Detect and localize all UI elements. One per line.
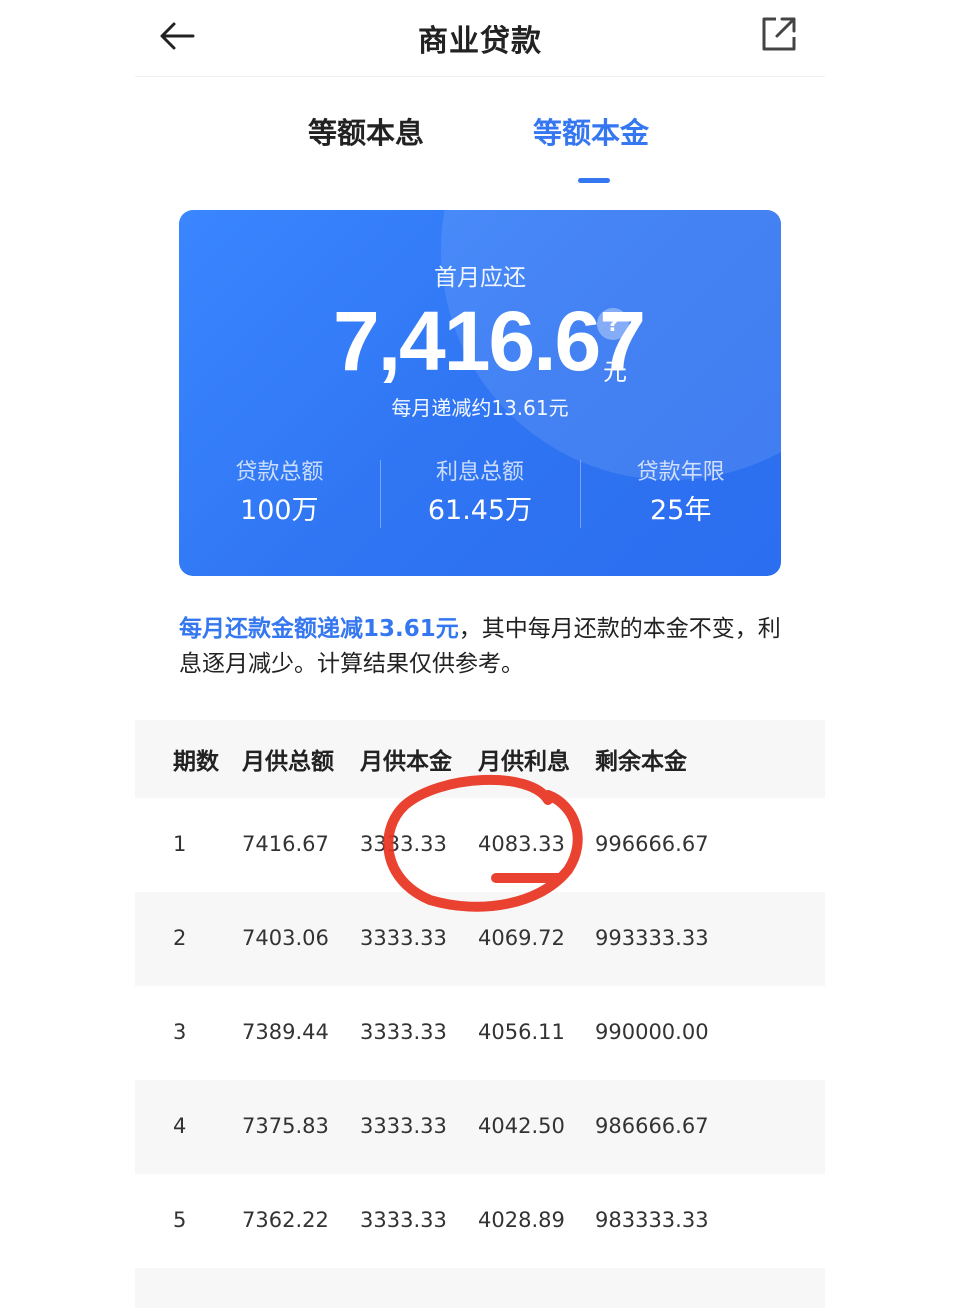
cell-monthly-principal: 3333.33: [360, 832, 447, 856]
stat-loan-term: 贷款年限 25年: [580, 456, 781, 536]
cell-monthly-total: 7389.44: [242, 1020, 329, 1044]
amount-unit: 元: [603, 358, 627, 386]
question-circle-icon[interactable]: ?: [597, 308, 629, 340]
cell-remaining-principal: 993333.33: [595, 926, 709, 950]
header-period: 期数: [173, 749, 219, 775]
tab-equal-installment[interactable]: 等额本息: [308, 110, 424, 152]
table-row: [135, 1268, 825, 1308]
cell-monthly-interest: 4056.11: [478, 1020, 565, 1044]
cell-monthly-interest: 4042.50: [478, 1114, 565, 1138]
cell-monthly-interest: 4069.72: [478, 926, 565, 950]
cell-monthly-interest: 4028.89: [478, 1208, 565, 1232]
cell-remaining-principal: 983333.33: [595, 1208, 709, 1232]
cell-monthly-principal: 3333.33: [360, 1020, 447, 1044]
calculation-note: 每月还款金额递减13.61元，其中每月还款的本金不变，利息逐月减少。计算结果仅供…: [179, 612, 785, 682]
stat-loan-total: 贷款总额 100万: [179, 456, 380, 536]
table-row: 4 7375.83 3333.33 4042.50 986666.67: [135, 1080, 825, 1174]
stat-interest-total: 利息总额 61.45万: [379, 456, 581, 536]
cell-monthly-interest: 4083.33: [478, 832, 565, 856]
table-header: 期数 月供总额 月供本金 月供利息 剩余本金: [135, 720, 825, 798]
header-monthly-total: 月供总额: [242, 749, 334, 775]
top-bar: 商业贷款: [135, 0, 825, 77]
table-row: 1 7416.67 3333.33 4083.33 996666.67: [135, 798, 825, 892]
cell-monthly-total: 7362.22: [242, 1208, 329, 1232]
repayment-schedule-table: 期数 月供总额 月供本金 月供利息 剩余本金 1 7416.67 3333.33…: [135, 720, 825, 1308]
cell-period: 3: [173, 1020, 187, 1044]
stat-label: 利息总额: [436, 460, 525, 485]
repayment-summary-card: 首月应还 7,416.67 ? 元 每月递减约13.61元 贷款总额 100万 …: [179, 210, 781, 576]
cell-period: 2: [173, 926, 187, 950]
first-month-amount: 7,416.67: [333, 294, 646, 388]
header-remaining-principal: 剩余本金: [595, 749, 687, 775]
stat-label: 贷款总额: [235, 460, 324, 485]
header-monthly-principal: 月供本金: [360, 749, 452, 775]
tab-equal-principal[interactable]: 等额本金: [533, 110, 649, 152]
cell-period: 5: [173, 1208, 187, 1232]
header-monthly-interest: 月供利息: [478, 749, 570, 775]
cell-monthly-total: 7416.67: [242, 832, 329, 856]
loan-stats: 贷款总额 100万 利息总额 61.45万 贷款年限 25年: [179, 456, 781, 536]
stat-label: 贷款年限: [636, 460, 725, 485]
monthly-decrease-text: 每月递减约13.61元: [391, 396, 569, 420]
cell-monthly-principal: 3333.33: [360, 1114, 447, 1138]
cell-period: 4: [173, 1114, 187, 1138]
table-row: 2 7403.06 3333.33 4069.72 993333.33: [135, 892, 825, 986]
active-tab-indicator: [578, 178, 610, 183]
phone-screen: 商业贷款 等额本息 等额本金 首月应还 7,416.67 ? 元 每月递减约13…: [135, 0, 825, 1308]
repayment-method-tabs: 等额本息 等额本金: [135, 100, 825, 190]
stat-value: 100万: [240, 495, 319, 526]
cell-period: 1: [173, 832, 187, 856]
cell-remaining-principal: 990000.00: [595, 1020, 709, 1044]
cell-monthly-principal: 3333.33: [360, 926, 447, 950]
cell-monthly-total: 7375.83: [242, 1114, 329, 1138]
table-row: 3 7389.44 3333.33 4056.11 990000.00: [135, 986, 825, 1080]
cell-remaining-principal: 996666.67: [595, 832, 709, 856]
share-button[interactable]: [757, 12, 801, 56]
cell-monthly-principal: 3333.33: [360, 1208, 447, 1232]
share-external-icon: [762, 17, 796, 51]
cell-remaining-principal: 986666.67: [595, 1114, 709, 1138]
cell-monthly-total: 7403.06: [242, 926, 329, 950]
page-title: 商业贷款: [418, 24, 542, 59]
table-row: 5 7362.22 3333.33 4028.89 983333.33: [135, 1174, 825, 1268]
stat-value: 25年: [650, 495, 712, 526]
first-month-label: 首月应还: [434, 265, 526, 291]
stat-value: 61.45万: [427, 495, 533, 526]
note-highlight: 每月还款金额递减13.61元: [179, 616, 459, 642]
